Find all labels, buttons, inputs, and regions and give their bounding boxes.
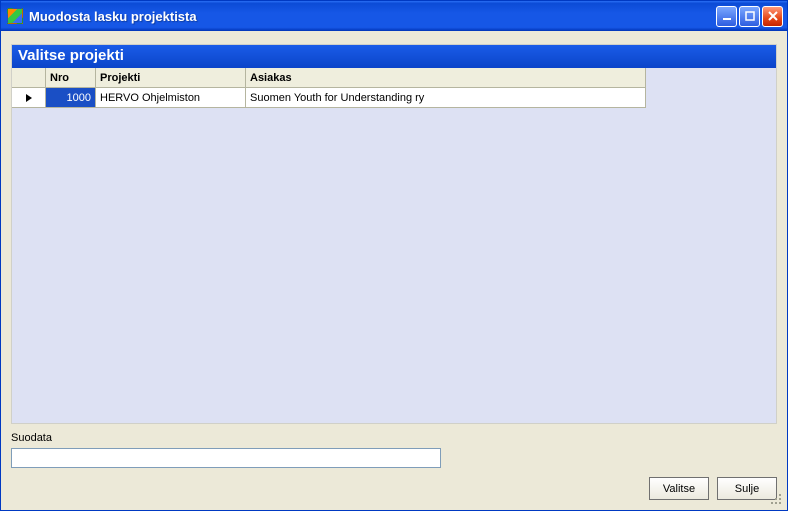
current-row-indicator-icon [26,94,32,102]
content-area: Valitse projekti Nro Projekti Asiakas 10… [5,32,783,506]
cell-asiakas[interactable]: Suomen Youth for Understanding ry [246,88,646,108]
dialog-window: Muodosta lasku projektista Valitse proje… [0,0,788,511]
cell-projekti[interactable]: HERVO Ohjelmiston [96,88,246,108]
dialog-buttons: Valitse Sulje [649,477,777,500]
close-button[interactable] [762,6,783,27]
row-header-corner[interactable] [12,68,46,88]
column-header-nro[interactable]: Nro [46,68,96,88]
grid-header-row: Nro Projekti Asiakas [12,68,646,88]
cell-nro[interactable]: 1000 [46,88,96,108]
resize-grip-icon[interactable] [769,492,783,506]
filter-label: Suodata [11,432,777,444]
close-dialog-button[interactable]: Sulje [717,477,777,500]
window-controls [716,6,783,27]
filter-area: Suodata [11,432,777,468]
row-indicator-cell[interactable] [12,88,46,108]
column-header-asiakas[interactable]: Asiakas [246,68,646,88]
panel-title: Valitse projekti [12,45,776,68]
window-title: Muodosta lasku projektista [29,9,716,24]
maximize-button[interactable] [739,6,760,27]
app-icon [7,8,23,24]
project-grid[interactable]: Nro Projekti Asiakas 1000 HERVO Ohjelmis… [12,68,646,108]
minimize-button[interactable] [716,6,737,27]
filter-input[interactable] [11,448,441,468]
select-button[interactable]: Valitse [649,477,709,500]
column-header-projekti[interactable]: Projekti [96,68,246,88]
project-panel: Valitse projekti Nro Projekti Asiakas 10… [11,44,777,424]
table-row[interactable]: 1000 HERVO Ohjelmiston Suomen Youth for … [12,88,646,108]
titlebar: Muodosta lasku projektista [1,1,787,31]
